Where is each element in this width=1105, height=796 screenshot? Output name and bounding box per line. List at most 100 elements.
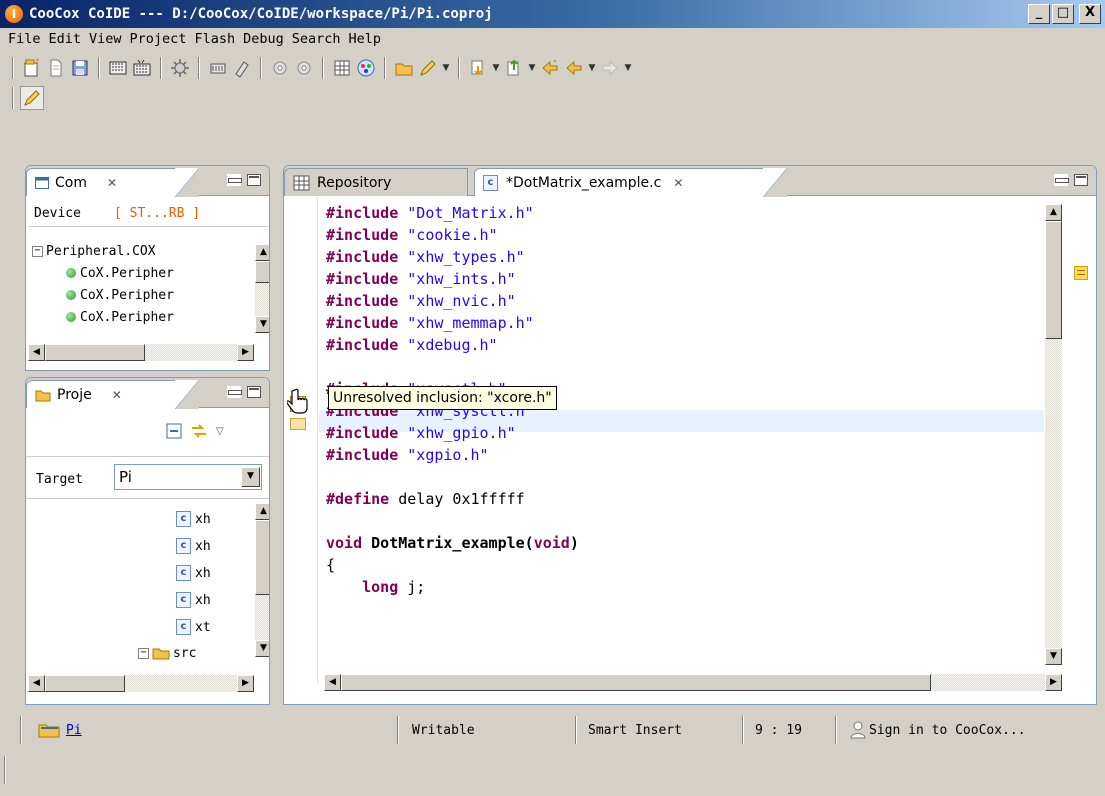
tree-file[interactable]: c xt [176,616,211,638]
editor-vertical-scrollbar[interactable]: ▲ ▼ [1045,204,1062,665]
components-horizontal-scrollbar[interactable]: ◀ ▶ [28,344,254,361]
menu-file[interactable]: File [4,31,45,47]
scroll-left-icon[interactable]: ◀ [28,675,45,692]
menu-bar: File Edit View Project Flash Debug Searc… [0,28,385,50]
perspective-pencil-icon[interactable] [20,86,44,110]
maximize-view-icon[interactable] [247,174,261,186]
scroll-up-icon[interactable]: ▲ [1045,204,1062,221]
minimize-editor-icon[interactable] [1054,174,1069,186]
rebuild-icon[interactable] [130,56,154,80]
dropdown-arrow-icon[interactable]: ▼ [241,467,260,487]
back-icon[interactable] [562,56,586,80]
debug-icon[interactable] [292,56,316,80]
collapse-all-icon[interactable] [166,423,182,439]
save-icon[interactable] [68,56,92,80]
download-icon[interactable] [206,56,230,80]
tree-folder-src[interactable]: − src [138,642,196,664]
minimize-view-icon[interactable] [227,174,242,186]
tab-repository[interactable]: Repository [284,168,468,196]
overview-ruler-marker-icon[interactable] [1074,266,1088,280]
minimize-button[interactable]: _ [1028,4,1050,24]
maximize-view-icon[interactable] [247,386,261,398]
scroll-down-icon[interactable]: ▼ [1045,648,1062,665]
code-editor[interactable]: #include "Dot_Matrix.h" #include "cookie… [284,202,1044,682]
forward-dropdown-icon[interactable]: ▼ [622,56,634,80]
view-menu-icon[interactable]: ▽ [216,426,224,437]
maximize-button[interactable]: □ [1052,4,1074,24]
menu-flash[interactable]: Flash [190,31,239,47]
status-sign-in[interactable]: Sign in to CooCox... [850,716,1026,744]
previous-annotation-icon[interactable] [502,56,526,80]
collapse-icon[interactable]: − [32,245,43,257]
tab-dotmatrix-example[interactable]: c *DotMatrix_example.c ✕ [474,168,787,197]
scroll-left-icon[interactable]: ◀ [28,344,45,361]
target-select[interactable]: Pi ▼ [114,464,262,490]
project-horizontal-scrollbar[interactable]: ◀ ▶ [28,675,254,692]
tab-components[interactable]: Com ✕ [26,168,199,197]
status-project-link[interactable]: Pi [66,723,82,738]
pencil-dropdown-icon[interactable]: ▼ [440,56,452,80]
menu-view[interactable]: View [85,31,126,47]
target-label: Target [36,472,83,487]
tree-item-cox-peripheral[interactable]: CoX.Peripher [66,284,174,306]
tree-item-cox-peripheral[interactable]: CoX.Peripher [66,262,174,284]
scroll-up-icon[interactable]: ▲ [255,244,269,261]
tree-file[interactable]: c xh [176,508,211,530]
minimize-view-icon[interactable] [227,386,242,398]
close-tab-icon[interactable]: ✕ [673,176,683,190]
menu-debug[interactable]: Debug [239,31,288,47]
scroll-thumb[interactable] [255,520,269,595]
open-folder-icon[interactable] [392,56,416,80]
scroll-thumb[interactable] [45,675,125,692]
link-with-editor-icon[interactable] [190,423,208,439]
status-project[interactable]: Pi [38,716,82,744]
scroll-thumb[interactable] [341,674,931,691]
code-line: void DotMatrix_example(void) [326,534,579,552]
next-annotation-icon[interactable] [466,56,490,80]
scroll-right-icon[interactable]: ▶ [237,344,254,361]
configure-icon[interactable] [168,56,192,80]
new-file-icon[interactable] [44,56,68,80]
flash-erase-icon[interactable] [230,56,254,80]
menu-help[interactable]: Help [345,31,386,47]
scroll-thumb[interactable] [1045,221,1062,339]
next-annotation-dropdown-icon[interactable]: ▼ [490,56,502,80]
back-dropdown-icon[interactable]: ▼ [586,56,598,80]
forward-icon[interactable] [598,56,622,80]
maximize-editor-icon[interactable] [1074,174,1088,186]
scroll-thumb[interactable] [255,261,269,283]
scroll-right-icon[interactable]: ▶ [1045,674,1062,691]
new-project-icon[interactable] [20,56,44,80]
tree-file[interactable]: c xh [176,562,211,584]
tree-item-cox-peripheral[interactable]: CoX.Peripher [66,306,174,328]
pencil-icon[interactable] [416,56,440,80]
close-tab-icon[interactable]: ✕ [107,176,117,190]
close-tab-icon[interactable]: ✕ [112,388,122,402]
tree-item-peripheral-cox[interactable]: − Peripheral.COX [32,240,156,262]
tree-file[interactable]: c xh [176,535,211,557]
scroll-up-icon[interactable]: ▲ [255,503,269,520]
scroll-right-icon[interactable]: ▶ [237,675,254,692]
components-vertical-scrollbar[interactable]: ▲ ▼ [255,244,269,333]
menu-edit[interactable]: Edit [45,31,86,47]
editor-horizontal-scrollbar[interactable]: ◀ ▶ [324,674,1062,691]
close-button[interactable]: X [1079,4,1101,24]
tree-file[interactable]: c xh [176,589,211,611]
menu-project[interactable]: Project [126,31,191,47]
debug-settings-icon[interactable] [268,56,292,80]
collapse-icon[interactable]: − [138,647,149,659]
device-value-link[interactable]: [ ST...RB ] [114,206,200,221]
menu-search[interactable]: Search [288,31,345,47]
scroll-down-icon[interactable]: ▼ [255,316,269,333]
build-icon[interactable] [106,56,130,80]
sign-in-link[interactable]: Sign in to CooCox... [869,723,1026,738]
components-icon[interactable] [354,56,378,80]
repository-icon[interactable] [330,56,354,80]
previous-annotation-dropdown-icon[interactable]: ▼ [526,56,538,80]
project-vertical-scrollbar[interactable]: ▲ ▼ [255,503,269,657]
scroll-down-icon[interactable]: ▼ [255,640,269,657]
last-edit-location-icon[interactable] [538,56,562,80]
scroll-left-icon[interactable]: ◀ [324,674,341,691]
scroll-thumb[interactable] [45,344,145,361]
tab-project[interactable]: Proje ✕ [26,380,199,409]
